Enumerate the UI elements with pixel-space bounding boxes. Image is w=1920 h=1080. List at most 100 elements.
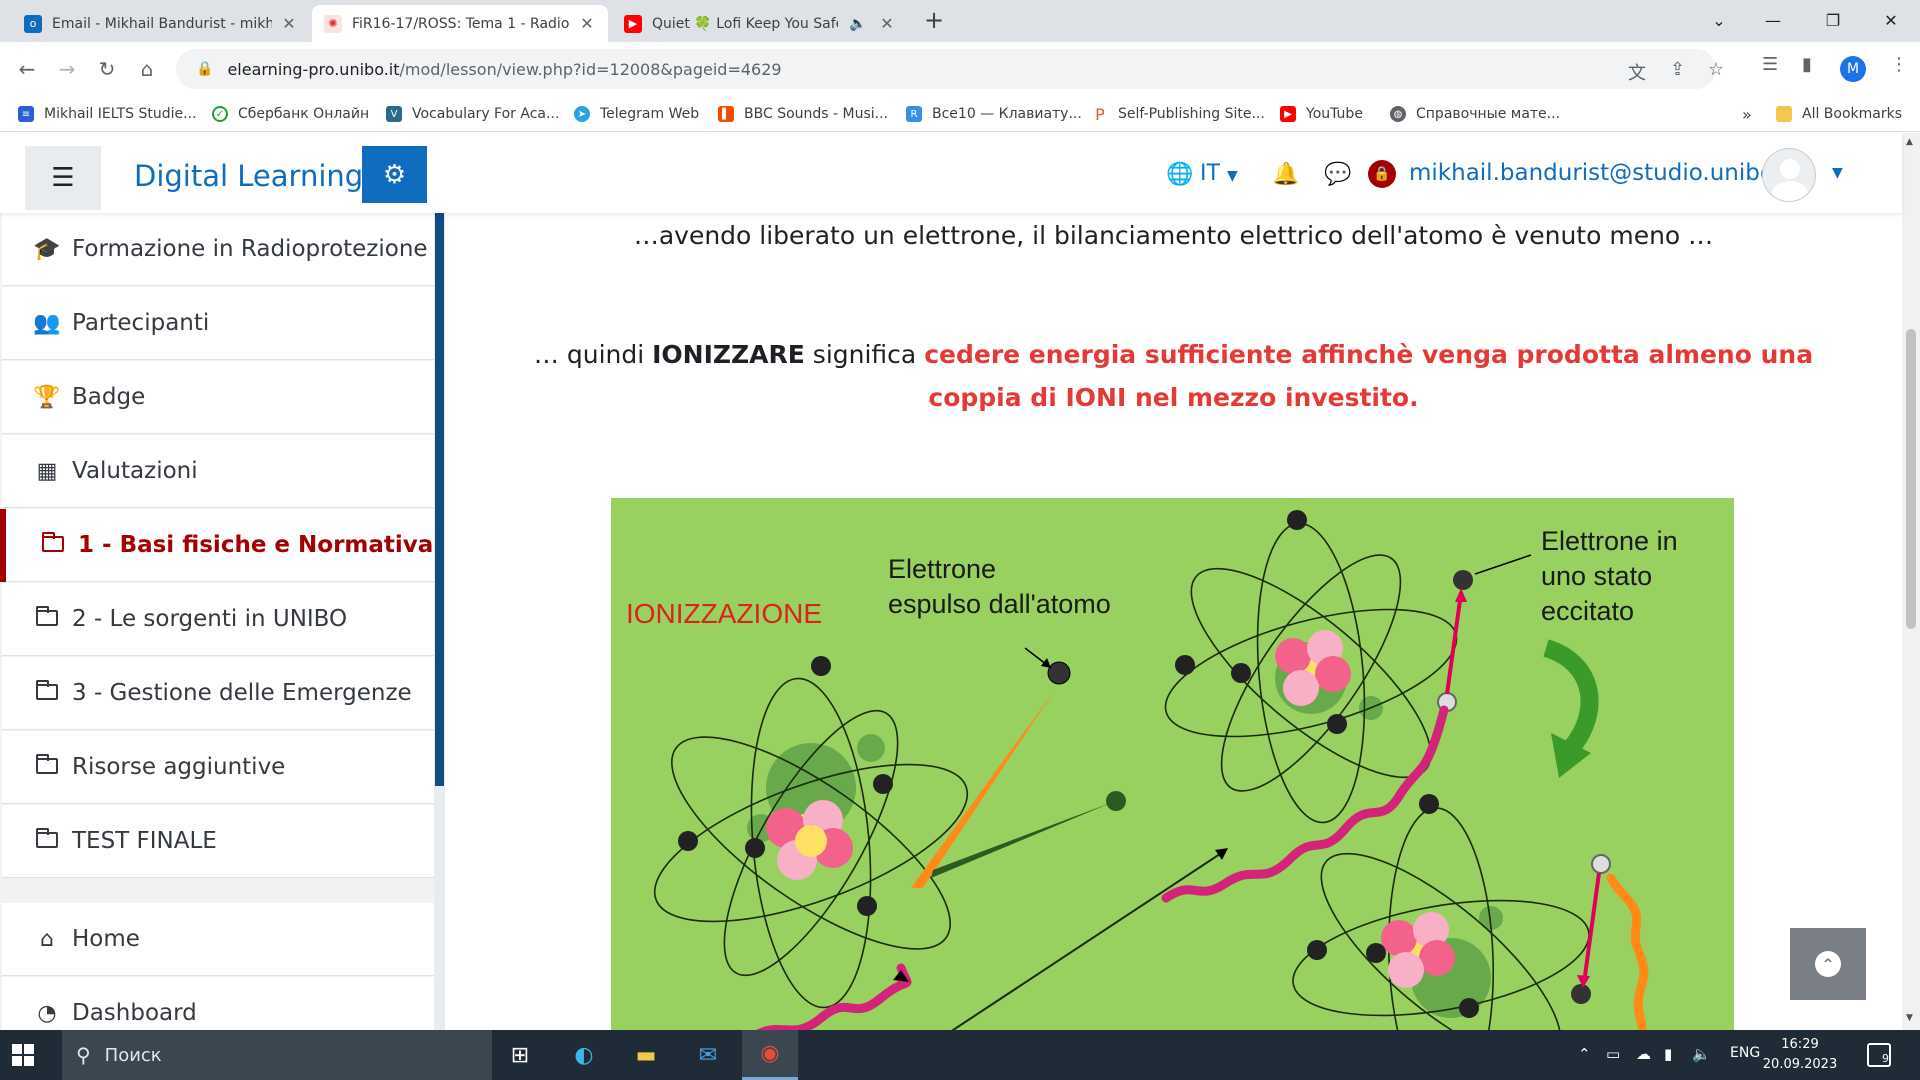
bookmark-vse10[interactable]: R Все10 — Клавиату... <box>906 102 1082 126</box>
unibo-seal-icon: ✺ <box>324 14 342 33</box>
browser-tab-youtube[interactable]: ▶ Quiet 🍀 Lofi Keep You Safe 🔈 ✕ <box>612 5 908 42</box>
edge-icon[interactable]: ◐ <box>556 1030 612 1080</box>
folder-icon <box>32 605 62 632</box>
folder-icon <box>32 827 62 854</box>
sidebar-item-course[interactable]: 🎓 Formazione in Radioprotezione <box>2 213 434 286</box>
address-bar[interactable]: 🔒 elearning-pro.unibo.it/mod/lesson/view… <box>176 49 1724 89</box>
course-sidebar: 🎓 Formazione in Radioprotezione 👥 Partecip… <box>0 213 436 1030</box>
bookmark-reference[interactable]: ◍ Справочные мате... <box>1390 102 1560 126</box>
sidebar-item-section-2[interactable]: 2 - Le sorgenti in UNIBO <box>2 583 434 656</box>
caret-down-icon: ▼ <box>1226 168 1238 184</box>
close-tab-icon[interactable]: ✕ <box>280 14 298 33</box>
bookmark-youtube[interactable]: ▶ YouTube <box>1280 102 1363 126</box>
network-icon[interactable]: ▭ <box>1606 1045 1620 1063</box>
profile-avatar[interactable]: M <box>1840 56 1866 82</box>
share-icon[interactable]: ⇪ <box>1670 59 1685 80</box>
onedrive-icon[interactable]: ☁ <box>1636 1045 1651 1063</box>
close-window-icon[interactable]: ✕ <box>1868 4 1914 36</box>
sidebar-item-participants[interactable]: 👥 Partecipanti <box>2 287 434 360</box>
site-brand[interactable]: Digital Learning <box>134 159 363 193</box>
figure-title: IONIZZAZIONE <box>626 598 822 629</box>
bookmark-ielts[interactable]: ≡ Mikhail IELTS Studie... <box>18 102 196 126</box>
browser-toolbar: ← → ↻ ⌂ 🔒 elearning-pro.unibo.it/mod/les… <box>0 42 1920 96</box>
outlook-icon: o <box>24 14 42 33</box>
sidebar-item-section-3[interactable]: 3 - Gestione delle Emergenze <box>2 657 434 730</box>
volume-icon[interactable]: 🔈 <box>1692 1045 1711 1063</box>
course-settings-button[interactable]: ⚙ <box>362 146 427 203</box>
taskbar-clock[interactable]: 16:29 20.09.2023 <box>1760 1035 1840 1075</box>
sberbank-icon: ✓ <box>212 106 228 122</box>
table-icon: ▦ <box>36 458 58 484</box>
mail-icon[interactable]: ✉ <box>680 1030 736 1080</box>
bookmark-telegram[interactable]: ➤ Telegram Web <box>574 102 699 126</box>
translate-icon[interactable]: 文 <box>1628 59 1646 85</box>
home-icon[interactable]: ⌂ <box>132 54 162 84</box>
folder-icon <box>38 531 68 558</box>
all-bookmarks[interactable]: All Bookmarks <box>1776 102 1902 126</box>
browser-tab-lesson[interactable]: ✺ FiR16-17/ROSS: Tema 1 - Radiopr ✕ <box>312 5 608 42</box>
forward-icon[interactable]: → <box>52 54 82 84</box>
restore-icon[interactable]: ❐ <box>1810 4 1856 36</box>
reading-list-icon[interactable]: ☰ <box>1762 54 1778 75</box>
bookmark-sberbank[interactable]: ✓ Сбербанк Онлайн <box>212 102 369 126</box>
reload-icon[interactable]: ↻ <box>92 54 122 84</box>
menu-kebab-icon[interactable]: ⋮ <box>1890 54 1908 75</box>
file-explorer-icon[interactable]: ▬ <box>618 1030 674 1080</box>
bell-icon[interactable]: 🔔 <box>1272 162 1299 187</box>
notifications-icon[interactable]: 9 <box>1867 1043 1891 1067</box>
sidebar-item-home[interactable]: ⌂ Home <box>2 903 434 976</box>
sidebar-item-badge[interactable]: 🏆 Badge <box>2 361 434 434</box>
publishing-icon: P <box>1092 105 1108 124</box>
bookmarks-overflow[interactable]: » <box>1742 102 1752 126</box>
sidebar-item-final-test[interactable]: TEST FINALE <box>2 805 434 878</box>
bookmark-bbc-sounds[interactable]: ▌ BBC Sounds - Musi... <box>718 102 888 126</box>
lock-badge-icon[interactable]: 🔒 <box>1368 160 1396 188</box>
language-menu[interactable]: IT ▼ <box>1200 161 1238 186</box>
keyboard-icon: R <box>906 106 922 122</box>
back-to-top-button[interactable]: ⌃ <box>1790 928 1866 1000</box>
taskbar-search-box[interactable]: ⚲ Поиск <box>62 1030 492 1080</box>
label-excited-2: uno stato <box>1541 561 1652 591</box>
chrome-icon[interactable]: ◉ <box>742 1030 798 1080</box>
sidebar-item-section-1[interactable]: 1 - Basi fisiche e Normativa <box>0 509 434 582</box>
sidebar-item-grades[interactable]: ▦ Valutazioni <box>2 435 434 508</box>
avatar[interactable] <box>1762 148 1816 202</box>
scroll-down-icon[interactable]: ▼ <box>1906 1013 1913 1023</box>
minimize-icon[interactable]: — <box>1750 4 1796 36</box>
tab-search-icon[interactable]: ⌄ <box>1696 4 1742 36</box>
side-panel-icon[interactable]: ▮ <box>1802 54 1812 75</box>
scroll-up-icon[interactable]: ▲ <box>1906 137 1913 147</box>
nucleus-atom-1 <box>766 800 853 880</box>
ionization-illustration: IONIZZAZIONE Elettrone espulso dall'atom… <box>611 498 1734 1030</box>
sidebar-item-dashboard[interactable]: ◔ Dashboard <box>2 977 434 1030</box>
user-menu-caret-icon[interactable]: ▼ <box>1832 165 1843 181</box>
drawer-toggle-button[interactable]: ☰ <box>25 146 101 210</box>
tray-chevron-icon[interactable]: ⌃ <box>1578 1045 1591 1063</box>
url-host: elearning-pro.unibo.it <box>227 59 400 79</box>
close-tab-icon[interactable]: ✕ <box>578 14 596 33</box>
user-email-link[interactable]: mikhail.bandurist@studio.unibo.it <box>1409 160 1796 186</box>
scroll-thumb[interactable] <box>1906 329 1916 629</box>
speaker-icon[interactable]: 🔈 <box>846 16 870 32</box>
browser-tab-email[interactable]: o Email - Mikhail Bandurist - mikha ✕ <box>12 5 310 42</box>
moodle-navbar: ☰ Digital Learning ⚙ 🌐 IT ▼ 🔔 💬 🔒 mikhai… <box>0 133 1902 213</box>
bookmark-self-publishing[interactable]: P Self-Publishing Site... <box>1092 102 1265 126</box>
new-tab-button[interactable]: + <box>924 6 944 34</box>
task-view-icon[interactable]: ⊞ <box>492 1030 548 1080</box>
back-icon[interactable]: ← <box>12 54 42 84</box>
label-excited-1: Elettrone in <box>1541 526 1678 556</box>
close-tab-icon[interactable]: ✕ <box>878 14 896 33</box>
battery-icon[interactable]: ▮ <box>1664 1045 1672 1063</box>
sidebar-item-resources[interactable]: Risorse aggiuntive <box>2 731 434 804</box>
page-scrollbar[interactable]: ▲ ▼ <box>1902 133 1920 1030</box>
ionization-diagram: IONIZZAZIONE Elettrone espulso dall'atom… <box>626 510 1678 1030</box>
browser-tab-strip: o Email - Mikhail Bandurist - mikha ✕ ✺ … <box>0 0 1920 42</box>
lock-icon[interactable]: 🔒 <box>196 61 213 77</box>
bookmark-star-icon[interactable]: ☆ <box>1708 59 1724 80</box>
windows-start-icon[interactable] <box>12 1044 34 1066</box>
input-language[interactable]: ENG <box>1730 1045 1760 1061</box>
sidebar-scrollbar[interactable] <box>434 213 445 1030</box>
messages-icon[interactable]: 💬 <box>1324 162 1351 187</box>
bookmark-vocabulary[interactable]: V Vocabulary For Aca... <box>386 102 559 126</box>
bookmarks-bar: ≡ Mikhail IELTS Studie... ✓ Сбербанк Онлай… <box>0 96 1920 132</box>
